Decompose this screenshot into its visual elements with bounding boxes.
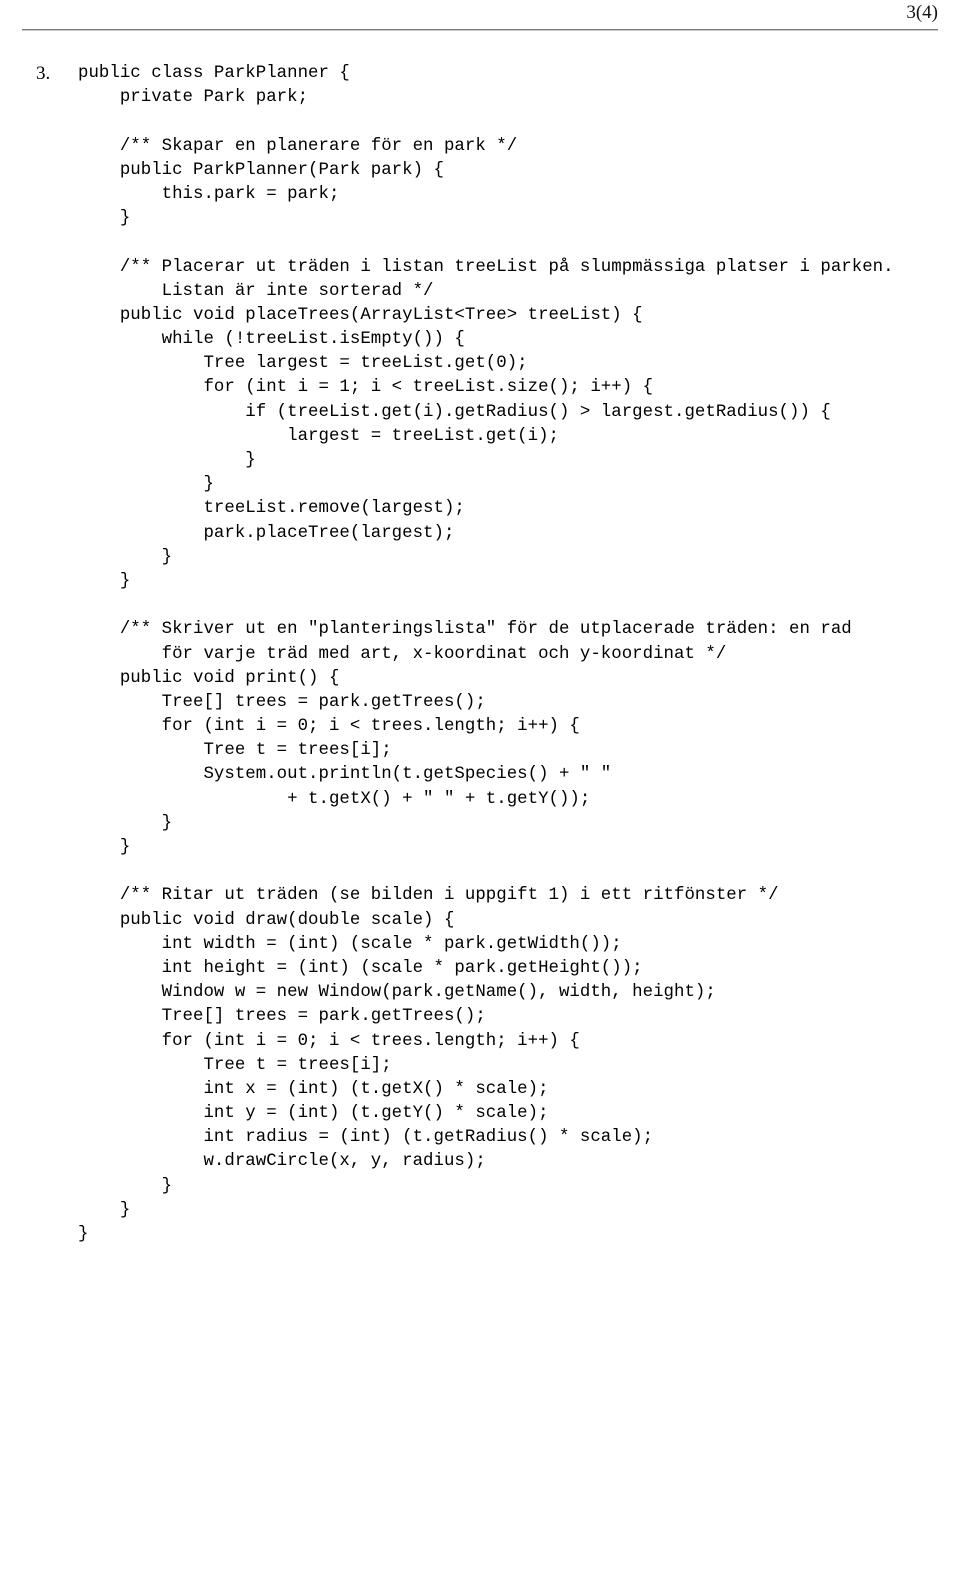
- code-line: w.drawCircle(x, y, radius);: [78, 1152, 486, 1172]
- code-line: largest = treeList.get(i);: [78, 426, 559, 446]
- code-line: Window w = new Window(park.getName(), wi…: [78, 983, 716, 1003]
- code-line: private Park park;: [78, 88, 309, 108]
- list-item-number: 3.: [36, 63, 51, 84]
- code-line: }: [78, 571, 131, 591]
- code-line: }: [78, 209, 131, 229]
- code-line: this.park = park;: [78, 184, 340, 204]
- code-line: för varje träd med art, x-koordinat och …: [78, 644, 727, 664]
- code-line: }: [78, 1200, 131, 1220]
- code-line: /** Skriver ut en "planteringslista" för…: [78, 620, 852, 640]
- code-line: public void placeTrees(ArrayList<Tree> t…: [78, 305, 643, 325]
- code-line: public void draw(double scale) {: [78, 910, 455, 930]
- code-line: }: [78, 1176, 173, 1196]
- code-line: if (treeList.get(i).getRadius() > larges…: [78, 402, 831, 422]
- document-page: 3(4) 3. public class ParkPlanner { priva…: [0, 0, 960, 1573]
- code-line: }: [78, 1225, 89, 1244]
- code-line: for (int i = 1; i < treeList.size(); i++…: [78, 378, 654, 398]
- code-line: }: [78, 838, 131, 857]
- code-line: park.placeTree(largest);: [78, 523, 455, 543]
- code-line: Tree t = trees[i];: [78, 741, 392, 761]
- code-line: }: [78, 547, 173, 567]
- page-header: 3(4): [22, 0, 938, 32]
- code-line: }: [78, 475, 214, 495]
- code-line: int radius = (int) (t.getRadius() * scal…: [78, 1128, 654, 1148]
- code-line: treeList.remove(largest);: [78, 499, 465, 519]
- code-line: /** Placerar ut träden i listan treeList…: [78, 257, 894, 277]
- code-line: Listan är inte sorterad */: [78, 281, 434, 301]
- code-line: Tree largest = treeList.get(0);: [78, 354, 528, 374]
- code-line: }: [78, 813, 173, 833]
- code-line: public class ParkPlanner {: [78, 64, 350, 83]
- code-line: public void print() {: [78, 668, 340, 688]
- code-line: int height = (int) (scale * park.getHeig…: [78, 958, 643, 978]
- code-line: int y = (int) (t.getY() * scale);: [78, 1104, 549, 1124]
- code-line: }: [78, 451, 256, 470]
- code-line: /** Ritar ut träden (se bilden i uppgift…: [78, 886, 779, 906]
- code-line: Tree t = trees[i];: [78, 1055, 392, 1075]
- code-line: int x = (int) (t.getX() * scale);: [78, 1079, 549, 1099]
- code-line: while (!treeList.isEmpty()) {: [78, 330, 465, 350]
- code-line: System.out.println(t.getSpecies() + " ": [78, 765, 612, 785]
- page-number: 3(4): [906, 2, 938, 23]
- code-line: int width = (int) (scale * park.getWidth…: [78, 934, 622, 954]
- code-listing: public class ParkPlanner { private Park …: [78, 62, 948, 1247]
- code-line: for (int i = 0; i < trees.length; i++) {: [78, 717, 580, 737]
- code-line: + t.getX() + " " + t.getY());: [78, 789, 591, 809]
- code-line: for (int i = 0; i < trees.length; i++) {: [78, 1031, 580, 1051]
- code-line: public ParkPlanner(Park park) {: [78, 160, 444, 180]
- code-line: /** Skapar en planerare för en park */: [78, 136, 518, 156]
- header-divider: [22, 29, 938, 31]
- code-line: Tree[] trees = park.getTrees();: [78, 1007, 486, 1027]
- code-line: Tree[] trees = park.getTrees();: [78, 692, 486, 712]
